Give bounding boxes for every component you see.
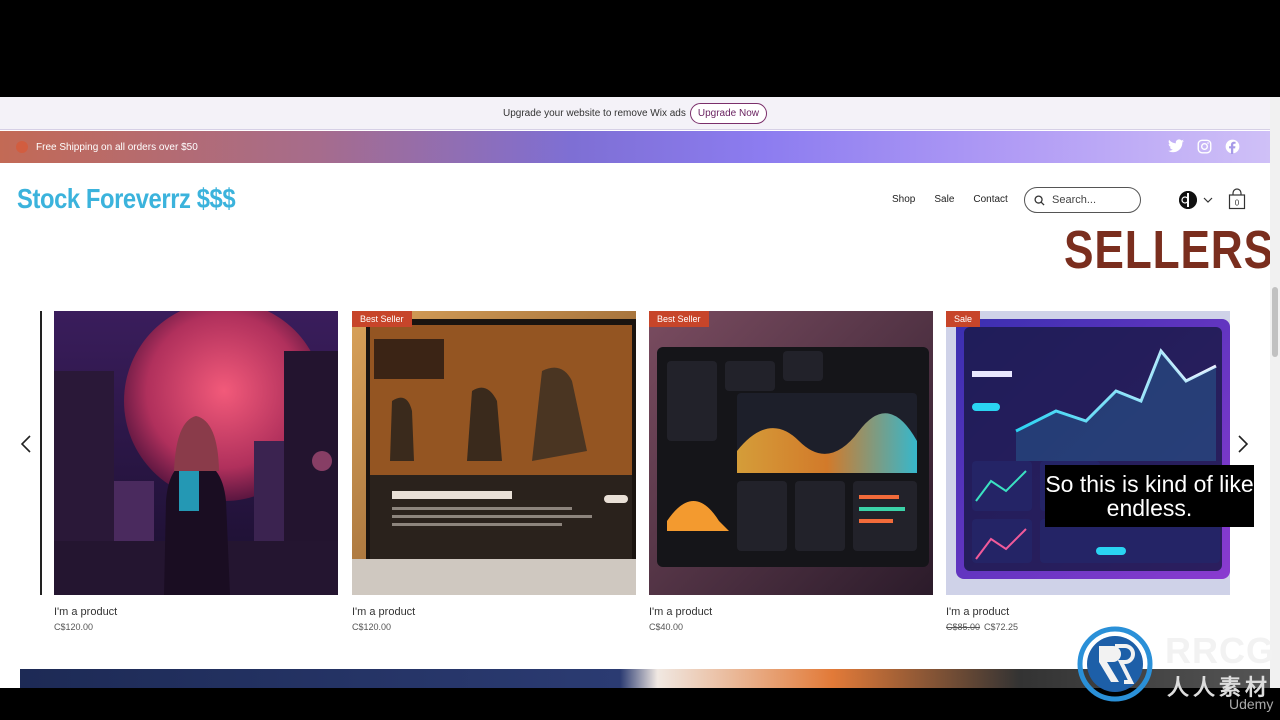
- instagram-icon[interactable]: [1196, 138, 1212, 154]
- wix-ad-bar: Upgrade your website to remove Wix ads U…: [0, 97, 1270, 130]
- product-card-1[interactable]: I'm a product C$120.00: [54, 311, 338, 632]
- product-name[interactable]: I'm a product: [649, 606, 933, 618]
- chevron-right-icon: [1238, 435, 1248, 453]
- social-links: [1168, 138, 1240, 154]
- promo-banner: Free Shipping on all orders over $50: [0, 131, 1270, 163]
- chevron-left-icon: [21, 435, 31, 453]
- facebook-icon[interactable]: [1224, 138, 1240, 154]
- search-input[interactable]: [1052, 194, 1132, 206]
- wix-ad-text: Upgrade your website to remove Wix ads: [502, 107, 686, 119]
- product-price: C$120.00: [54, 622, 338, 632]
- current-price: C$72.25: [984, 622, 1019, 632]
- scrollbar-thumb[interactable]: [1272, 287, 1278, 357]
- upgrade-now-button[interactable]: Upgrade Now: [689, 102, 767, 124]
- sale-badge: Sale: [946, 311, 981, 327]
- rrcg-logo-icon: [1077, 626, 1153, 702]
- website-page: Upgrade your website to remove Wix ads U…: [0, 97, 1270, 688]
- chevron-down-icon: [1203, 197, 1213, 203]
- slider-next-button[interactable]: [1235, 433, 1251, 455]
- original-price: C$85.00: [946, 622, 981, 632]
- language-selector[interactable]: [1179, 191, 1213, 209]
- cart-icon[interactable]: 0: [1228, 188, 1246, 210]
- best-seller-badge: Best Seller: [352, 311, 412, 327]
- product-card-3[interactable]: Best Seller I'm a product C$40.00: [649, 311, 933, 632]
- product-image[interactable]: [54, 311, 338, 595]
- product-image[interactable]: Sale: [946, 311, 1230, 595]
- watermark-title: RRCG: [1165, 630, 1275, 671]
- main-nav: Shop Sale Contact: [892, 194, 1008, 205]
- search-icon: [1034, 194, 1045, 206]
- nav-contact[interactable]: Contact: [973, 194, 1007, 205]
- product-name[interactable]: I'm a product: [946, 606, 1230, 618]
- page-scrollbar[interactable]: [1270, 97, 1280, 688]
- previous-card-edge: [40, 311, 42, 595]
- flag-icon: [1179, 191, 1197, 209]
- video-subtitle: So this is kind of like endless.: [1045, 465, 1254, 527]
- nav-shop[interactable]: Shop: [892, 194, 915, 205]
- rrcg-watermark: RRCG 人人素材: [1077, 626, 1277, 702]
- product-price: C$40.00: [649, 622, 933, 632]
- promo-text: Free Shipping on all orders over $50: [36, 141, 198, 153]
- product-image[interactable]: Best Seller: [649, 311, 933, 595]
- product-card-2[interactable]: Best Seller I'm a product C$120.00: [352, 311, 636, 632]
- cart-count: 0: [1235, 199, 1240, 208]
- current-price: C$120.00: [54, 622, 94, 632]
- promo-dot-icon: [16, 141, 28, 153]
- product-price: C$120.00: [352, 622, 636, 632]
- product-name[interactable]: I'm a product: [54, 606, 338, 618]
- product-image[interactable]: Best Seller: [352, 311, 636, 595]
- udemy-logo: Udemy: [1229, 696, 1274, 712]
- section-heading: SELLERS: [1064, 220, 1270, 280]
- nav-sale[interactable]: Sale: [934, 194, 954, 205]
- slider-prev-button[interactable]: [18, 433, 34, 455]
- video-frame: Upgrade your website to remove Wix ads U…: [0, 0, 1280, 720]
- current-price: C$120.00: [352, 622, 392, 632]
- site-logo[interactable]: Stock Foreverrz $$$: [17, 183, 236, 215]
- best-seller-badge: Best Seller: [649, 311, 709, 327]
- twitter-icon[interactable]: [1168, 138, 1184, 154]
- product-name[interactable]: I'm a product: [352, 606, 636, 618]
- current-price: C$40.00: [649, 622, 684, 632]
- search-box[interactable]: [1024, 187, 1141, 213]
